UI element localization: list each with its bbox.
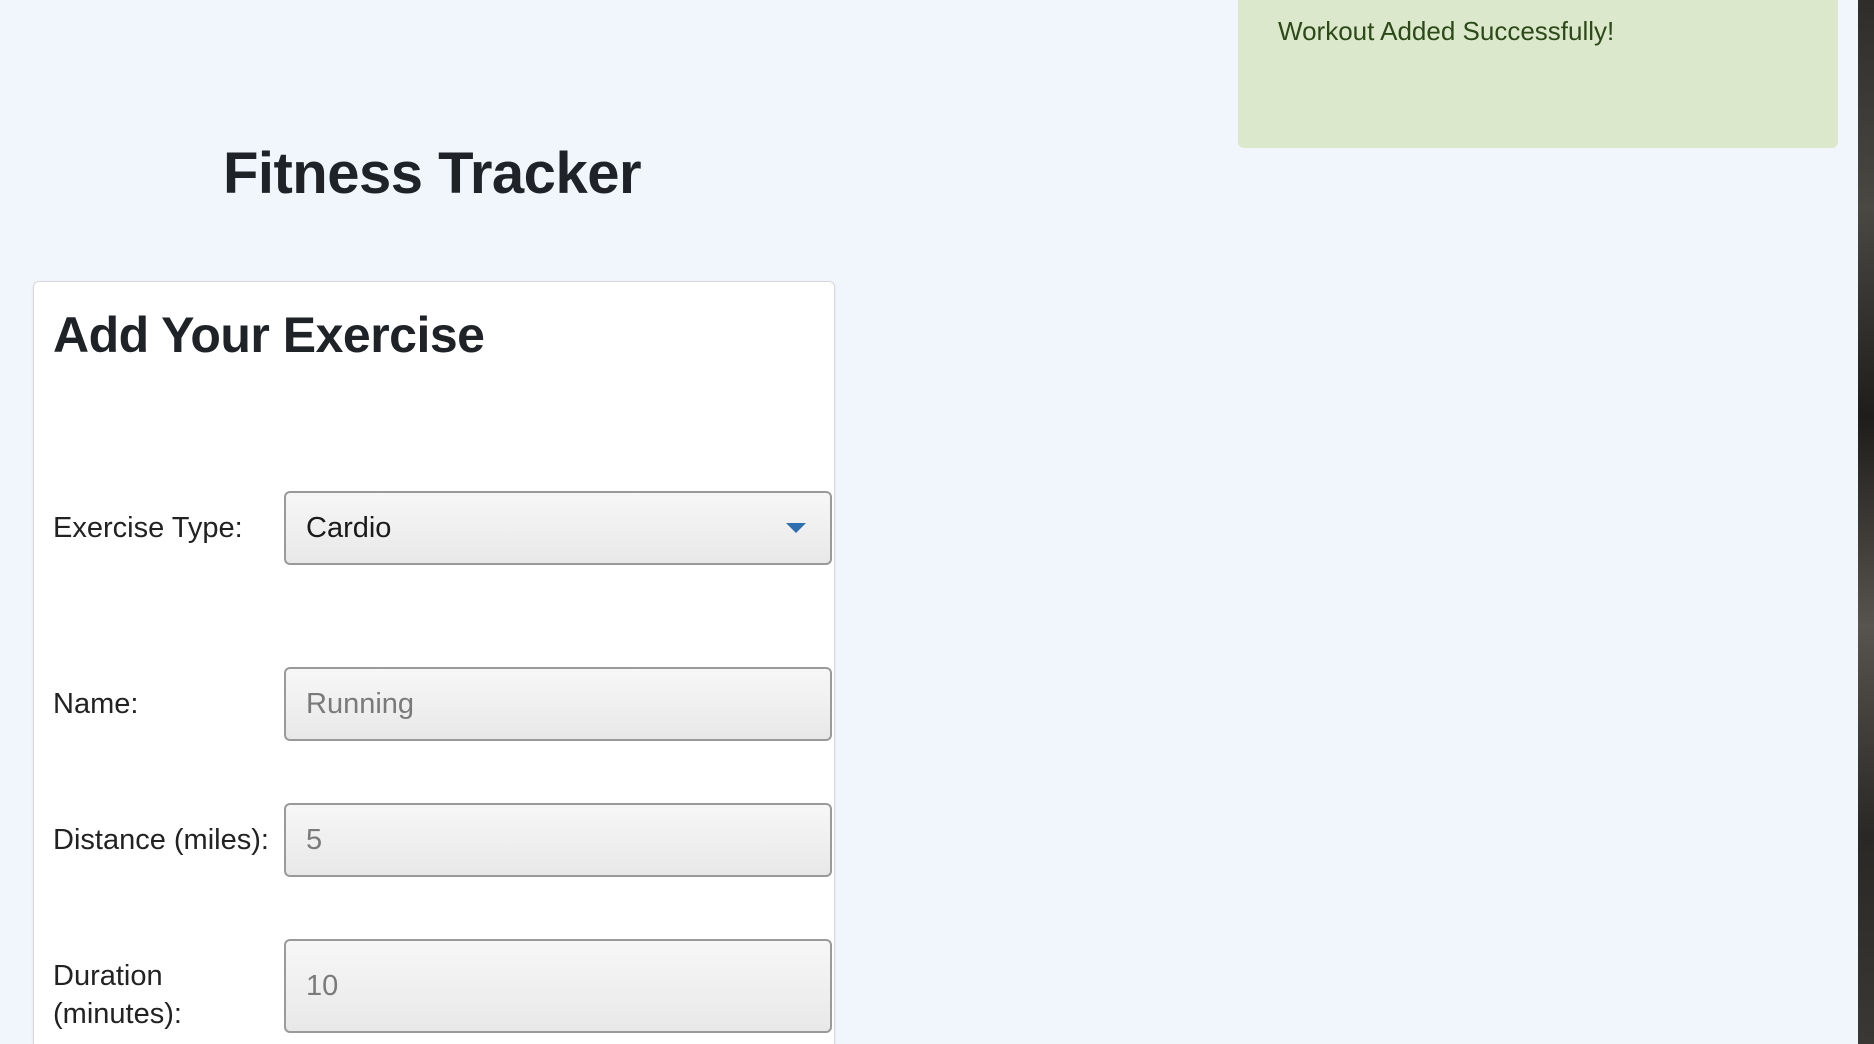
form-title: Add Your Exercise	[53, 307, 485, 363]
success-toast: Workout Added Successfully!	[1238, 0, 1838, 148]
page: Workout Added Successfully! Fitness Trac…	[0, 0, 1874, 1044]
exercise-type-value: Cardio	[306, 511, 392, 544]
chevron-down-icon	[786, 523, 806, 533]
name-label: Name:	[53, 688, 139, 720]
distance-input[interactable]	[284, 803, 832, 877]
app-title: Fitness Tracker	[222, 141, 642, 206]
toast-message: Workout Added Successfully!	[1278, 16, 1615, 46]
distance-label: Distance (miles):	[53, 824, 269, 856]
duration-input[interactable]	[284, 939, 832, 1033]
exercise-type-label: Exercise Type:	[53, 512, 243, 544]
desktop-background-strip	[1858, 0, 1874, 1044]
name-input[interactable]	[284, 667, 832, 741]
duration-label: Duration (minutes):	[53, 960, 182, 1030]
exercise-type-select[interactable]: Cardio	[284, 491, 832, 565]
exercise-form-card: Add Your Exercise Exercise Type: Cardio …	[33, 281, 835, 1044]
